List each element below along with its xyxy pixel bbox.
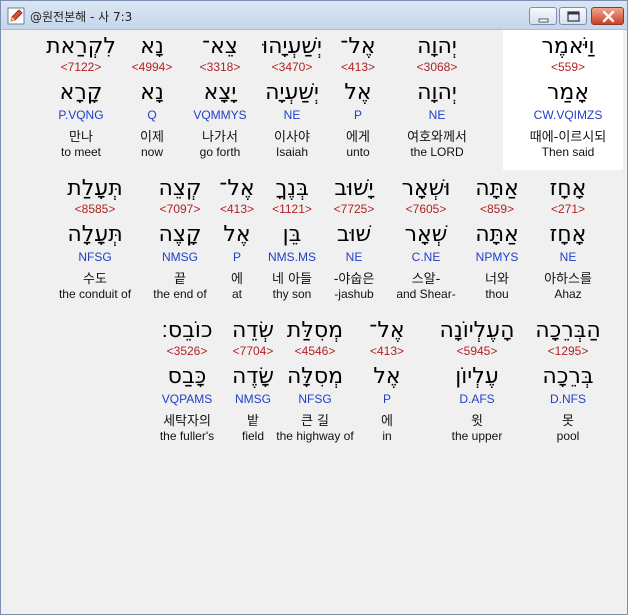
strong-number: <1295> <box>547 344 589 358</box>
english-gloss: the conduit of <box>58 287 132 301</box>
hebrew-lemma: עֶלְיוֹן <box>455 364 499 389</box>
strong-number: <5945> <box>456 344 498 358</box>
app-window: @원전본해 - 사 7:3 וַיֹּאמֶר <559> אָמַר CW.VQIM… <box>0 0 628 615</box>
word-cell[interactable]: הָעֶלְיוֹנָה <5945> עֶלְיוֹן D.AFS 윗 the uppe… <box>432 314 522 454</box>
hebrew-lemma: תְּעָלָה <box>67 222 123 247</box>
word-cell[interactable]: הַבְּרֵכָה <1295> בְּרֵכָה D.NFS 못 pool <box>523 314 613 454</box>
minimize-button[interactable] <box>529 7 557 25</box>
korean-gloss: 때에-이르시되 <box>529 130 607 145</box>
hebrew-lemma: קָרָא <box>59 80 103 105</box>
korean-gloss: 세탁자의 <box>163 414 211 429</box>
morphology-code: CW.VQIMZS <box>533 108 603 122</box>
hebrew-word: וַיֹּאמֶר <box>541 34 595 59</box>
strong-number: <3068> <box>416 60 458 74</box>
close-button[interactable] <box>591 7 624 25</box>
korean-gloss: 수도 <box>83 272 107 287</box>
morphology-code: NMSG <box>162 250 198 264</box>
hebrew-lemma: קָצֶה <box>158 222 202 247</box>
english-gloss: pool <box>556 429 580 443</box>
hebrew-word: קְצֵה <box>158 176 202 201</box>
english-gloss: the end of <box>153 287 207 301</box>
morphology-code: D.NFS <box>550 392 586 406</box>
english-gloss: the LORD <box>410 145 464 159</box>
morphology-code: NE <box>428 108 446 122</box>
korean-gloss: 여호와께서 <box>407 130 467 145</box>
hebrew-word: הַבְּרֵכָה <box>535 318 601 343</box>
word-cell[interactable]: לִקְרַאת <7122> קָרָא P.VQNG 만나 to meet <box>36 30 126 170</box>
maximize-button[interactable] <box>559 7 587 25</box>
word-cell[interactable]: וַיֹּאמֶר <559> אָמַר CW.VQIMZS 때에-이르시되 Then … <box>503 30 623 170</box>
interlinear-view: וַיֹּאמֶר <559> אָמַר CW.VQIMZS 때에-이르시되 Then … <box>6 30 623 610</box>
strong-number: <7097> <box>159 202 201 216</box>
window-title: @원전본해 - 사 7:3 <box>30 10 133 24</box>
hebrew-word: לִקְרַאת <box>46 34 116 59</box>
edit-pencil-icon <box>7 7 25 25</box>
korean-gloss: 윗 <box>471 414 483 429</box>
hebrew-word: יְהוָה <box>417 34 457 59</box>
word-cell[interactable]: תְּעָלַת <8585> תְּעָלָה NFSG 수도 the conduit … <box>50 172 140 312</box>
word-cell[interactable]: כוֹבֵס׃ <3526> כָּבַס VQPAMS 세탁자의 the fuller'… <box>142 314 232 454</box>
title-bar[interactable]: @원전본해 - 사 7:3 <box>1 1 627 30</box>
korean-gloss: 끝 <box>174 272 186 287</box>
hebrew-word: הָעֶלְיוֹנָה <box>439 318 515 343</box>
hebrew-lemma: בְּרֵכָה <box>542 364 594 389</box>
english-gloss: to meet <box>60 145 102 159</box>
hebrew-lemma: יְהוָה <box>417 80 457 105</box>
korean-gloss: 못 <box>562 414 574 429</box>
morphology-code: D.AFS <box>459 392 495 406</box>
hebrew-word: תְּעָלַת <box>67 176 123 201</box>
strong-number: <3526> <box>166 344 208 358</box>
korean-gloss: 만나 <box>69 130 93 145</box>
strong-number: <8585> <box>74 202 116 216</box>
word-cell[interactable]: יְהוָה <3068> יְהוָה NE 여호와께서 the LORD <box>392 30 482 170</box>
morphology-code: NFSG <box>78 250 112 264</box>
strong-number: <7122> <box>60 60 102 74</box>
hebrew-lemma: אָמַר <box>546 80 590 105</box>
morphology-code: VQPAMS <box>161 392 213 406</box>
strong-number: <559> <box>550 60 586 74</box>
english-gloss: the fuller's <box>159 429 215 443</box>
english-gloss: Then said <box>541 145 595 159</box>
word-cell[interactable]: קְצֵה <7097> קָצֶה NMSG 끝 the end of <box>135 172 225 312</box>
morphology-code: P.VQNG <box>58 108 104 122</box>
hebrew-lemma: כָּבַס <box>167 364 207 389</box>
english-gloss: the upper <box>451 429 503 443</box>
hebrew-word: כוֹבֵס׃ <box>161 318 213 343</box>
